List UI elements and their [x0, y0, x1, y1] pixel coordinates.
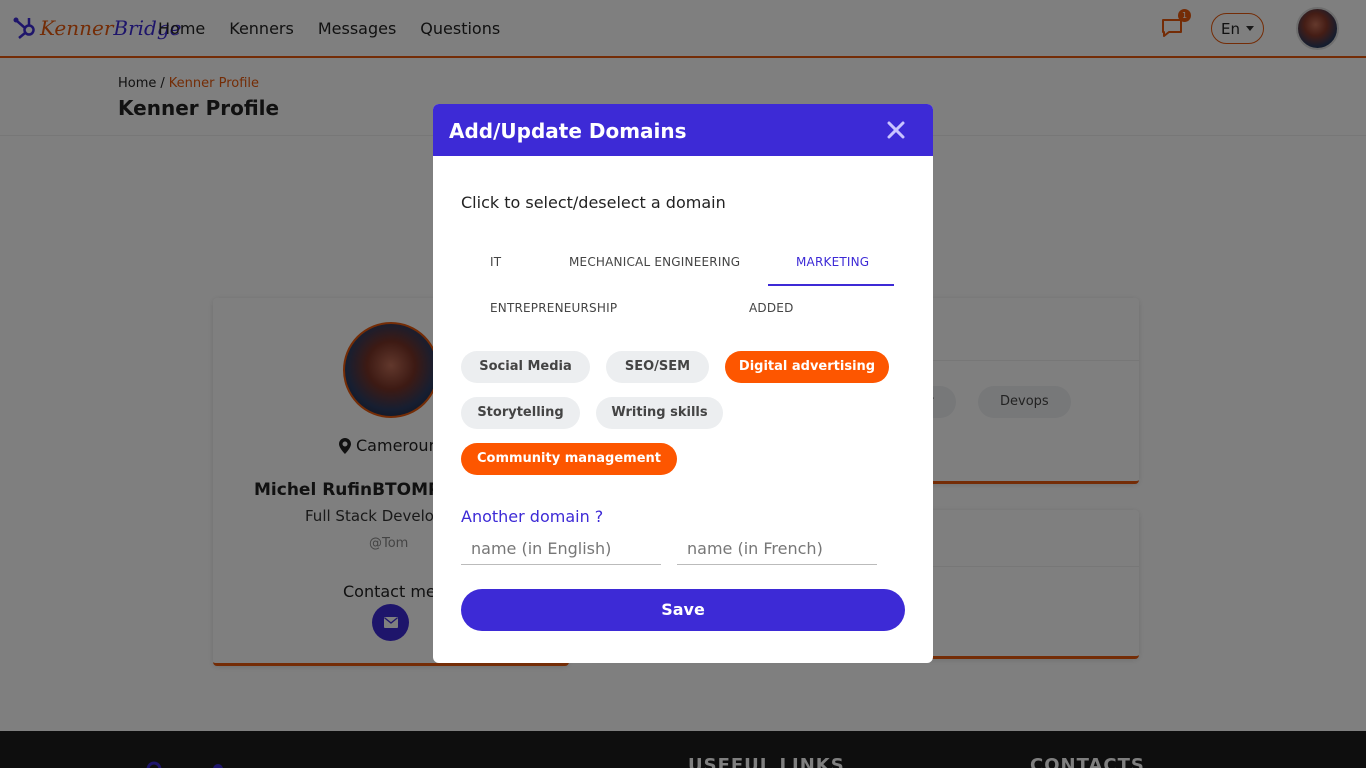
domain-chip-seo-sem[interactable]: SEO/SEM [606, 351, 709, 383]
domain-chip-community-management[interactable]: Community management [461, 443, 677, 475]
tab-mechanical-engineering[interactable]: MECHANICAL ENGINEERING [569, 255, 740, 269]
another-domain-label: Another domain ? [461, 507, 604, 526]
domain-chip-social-media[interactable]: Social Media [461, 351, 590, 383]
domain-chip-writing-skills[interactable]: Writing skills [596, 397, 723, 429]
modal-title: Add/Update Domains [449, 119, 687, 143]
active-tab-indicator [768, 284, 894, 286]
domain-name-english-input[interactable] [461, 533, 661, 565]
domains-modal: Add/Update Domains Click to select/desel… [433, 104, 933, 663]
domain-chip-storytelling[interactable]: Storytelling [461, 397, 580, 429]
domain-chip-digital-advertising[interactable]: Digital advertising [725, 351, 889, 383]
tab-it[interactable]: IT [490, 255, 501, 269]
modal-header: Add/Update Domains [433, 104, 933, 156]
tab-entrepreneurship[interactable]: ENTREPRENEURSHIP [490, 301, 617, 315]
modal-instructions: Click to select/deselect a domain [461, 193, 726, 212]
tab-added[interactable]: ADDED [749, 301, 794, 315]
save-button[interactable]: Save [461, 589, 905, 631]
domain-name-french-input[interactable] [677, 533, 877, 565]
close-icon[interactable] [885, 119, 907, 141]
tab-marketing[interactable]: MARKETING [796, 255, 869, 269]
